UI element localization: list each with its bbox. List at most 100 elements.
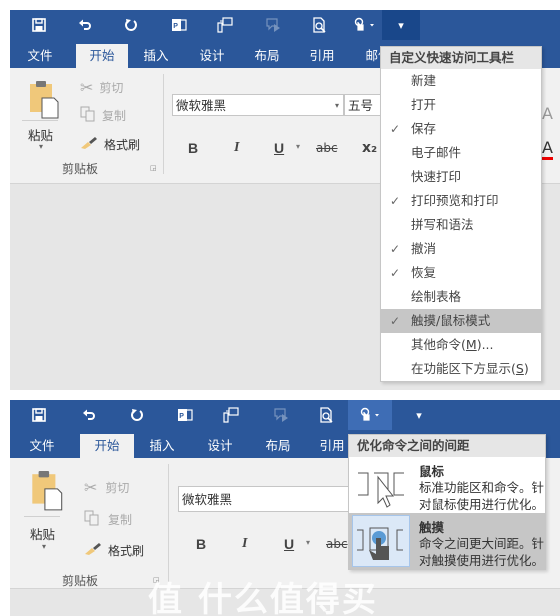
redo-icon[interactable] — [114, 10, 148, 40]
customize-icon: ▾ — [416, 408, 422, 422]
tab-insert[interactable]: 插入 — [134, 44, 178, 68]
format-painter-icon — [80, 136, 98, 153]
tab-layout[interactable]: 布局 — [245, 44, 289, 68]
qat-menu-item-label: 打印预览和打印 — [411, 193, 499, 208]
qat-menu-item-label: 打开 — [411, 97, 437, 112]
quick-access-toolbar: P ▾ — [10, 10, 560, 40]
format-painter-button[interactable]: 格式刷 — [80, 136, 140, 153]
format-painter-button[interactable]: 格式刷 — [84, 542, 144, 559]
paste-icon[interactable] — [28, 80, 59, 119]
underline-dropdown-icon[interactable]: ▾ — [306, 538, 310, 547]
qat-menu-item[interactable]: ✓ 恢复 — [381, 261, 541, 285]
touch-mode-option[interactable]: 触摸 命令之间更大间距。针对触摸使用进行优化。 — [349, 513, 545, 569]
publish-icon[interactable]: P — [168, 400, 202, 430]
paste-icon[interactable] — [30, 470, 63, 511]
qat-menu-item[interactable]: 电子邮件 — [381, 141, 541, 165]
checkmark-icon: ✓ — [390, 314, 401, 328]
copy-button: 复制 — [80, 106, 126, 125]
checkmark-icon: ✓ — [390, 122, 401, 136]
cut-button: ✂ 剪切 — [80, 78, 123, 97]
qat-menu-item-label: 拼写和语法 — [411, 217, 474, 232]
show-below-ribbon-item[interactable]: 在功能区下方显示(S) — [381, 357, 541, 381]
qat-menu-item[interactable]: ✓ 打印预览和打印 — [381, 189, 541, 213]
tab-home[interactable]: 开始 — [76, 44, 128, 68]
paste-button[interactable]: 粘贴 — [30, 524, 55, 543]
tab-home[interactable]: 开始 — [80, 434, 134, 458]
tab-references[interactable]: 引用 — [300, 44, 344, 68]
text-highlight-a-icon[interactable]: A — [542, 138, 553, 160]
tab-design[interactable]: 设计 — [198, 434, 242, 458]
cut-label: 剪切 — [105, 481, 130, 495]
format-painter-label: 格式刷 — [108, 544, 145, 558]
subscript-button[interactable]: x₂ — [362, 140, 377, 156]
qat-menu-item[interactable]: 绘制表格 — [381, 285, 541, 309]
new-comment-icon[interactable] — [208, 10, 242, 40]
print-preview-icon[interactable] — [303, 10, 337, 40]
save-icon[interactable] — [22, 400, 56, 430]
customize-qat-menu: 自定义快速访问工具栏 新建 打开 ✓ 保存 电子邮件 快速打印 ✓ 打印预览和打印 拼写和语法 ✓… — [380, 46, 542, 382]
publish-icon[interactable]: P — [162, 10, 196, 40]
dialog-launcher-icon[interactable]: ◲ — [150, 164, 157, 172]
italic-button[interactable]: I — [242, 536, 247, 552]
qat-menu-item-label: 快速打印 — [411, 169, 462, 184]
underline-dropdown-icon[interactable]: ▾ — [296, 142, 300, 151]
touch-mouse-mode-button[interactable] — [348, 400, 392, 430]
undo-icon[interactable] — [72, 400, 106, 430]
redo-icon[interactable] — [120, 400, 154, 430]
chevron-down-icon[interactable]: ▾ — [335, 95, 339, 117]
font-name-value: 微软雅黑 — [176, 98, 227, 113]
checkmark-icon: ✓ — [390, 266, 401, 280]
mouse-mode-option[interactable]: 鼠标 标准功能区和命令。针对鼠标使用进行优化。 — [349, 457, 545, 513]
italic-button[interactable]: I — [234, 140, 239, 156]
underline-button[interactable]: U — [274, 140, 284, 156]
underline-button[interactable]: U — [284, 536, 294, 552]
customize-qat-button[interactable]: ▾ — [382, 10, 420, 40]
undo-icon[interactable] — [68, 10, 102, 40]
paste-dropdown-arrow-icon[interactable]: ▾ — [42, 542, 46, 551]
tab-insert[interactable]: 插入 — [140, 434, 184, 458]
menu-title: 自定义快速访问工具栏 — [381, 47, 541, 69]
strikethrough-button[interactable]: abc — [316, 141, 338, 155]
show-below-accesskey: S — [515, 361, 524, 376]
qat-menu-item[interactable]: ✓ 触摸/鼠标模式 — [381, 309, 541, 333]
font-color-a-icon[interactable]: A — [542, 104, 553, 123]
tab-file[interactable]: 文件 — [18, 44, 62, 68]
copy-label: 复制 — [102, 109, 127, 123]
tab-layout[interactable]: 布局 — [256, 434, 300, 458]
copy-icon — [84, 510, 100, 529]
tab-file[interactable]: 文件 — [20, 434, 64, 458]
qat-menu-item-label: 触摸/鼠标模式 — [411, 313, 491, 328]
option-description: 标准功能区和命令。针对鼠标使用进行优化。 — [419, 480, 545, 512]
copy-label: 复制 — [108, 513, 133, 527]
paste-split-divider — [24, 516, 60, 517]
qat-menu-item[interactable]: 新建 — [381, 69, 541, 93]
strikethrough-button[interactable]: abc — [326, 537, 348, 551]
font-size-box[interactable]: 五号 — [344, 94, 384, 116]
qat-menu-item-label: 恢复 — [411, 265, 437, 280]
clipboard-group-label: 剪贴板 — [62, 574, 99, 588]
paste-dropdown-arrow-icon[interactable]: ▾ — [39, 142, 43, 151]
qat-menu-item[interactable]: ✓ 保存 — [381, 117, 541, 141]
copy-icon — [80, 106, 96, 125]
customize-qat-button[interactable]: ▾ — [400, 400, 438, 430]
qat-menu-item[interactable]: 拼写和语法 — [381, 213, 541, 237]
bold-button[interactable]: B — [196, 536, 206, 552]
watermark: 值 什么值得买 — [148, 580, 378, 616]
clipboard-group-label: 剪贴板 — [62, 162, 99, 176]
qat-menu-item[interactable]: ✓ 撤消 — [381, 237, 541, 261]
more-commands-item[interactable]: 其他命令(M)... — [381, 333, 541, 357]
touch-mouse-mode-icon[interactable] — [346, 10, 382, 40]
font-name-box[interactable]: 微软雅黑 — [178, 486, 368, 512]
save-icon[interactable] — [22, 10, 56, 40]
qat-menu-item[interactable]: 打开 — [381, 93, 541, 117]
touch-mode-icon — [352, 515, 410, 567]
customize-icon: ▾ — [398, 18, 404, 32]
qat-menu-item[interactable]: 快速打印 — [381, 165, 541, 189]
print-preview-icon[interactable] — [310, 400, 344, 430]
new-comment-icon[interactable] — [214, 400, 248, 430]
bold-button[interactable]: B — [188, 140, 198, 156]
tab-design[interactable]: 设计 — [190, 44, 234, 68]
scissors-icon: ✂ — [84, 478, 98, 497]
show-below-text: 在功能区下方显示( — [411, 361, 516, 376]
font-name-box[interactable]: 微软雅黑 ▾ — [172, 94, 344, 116]
